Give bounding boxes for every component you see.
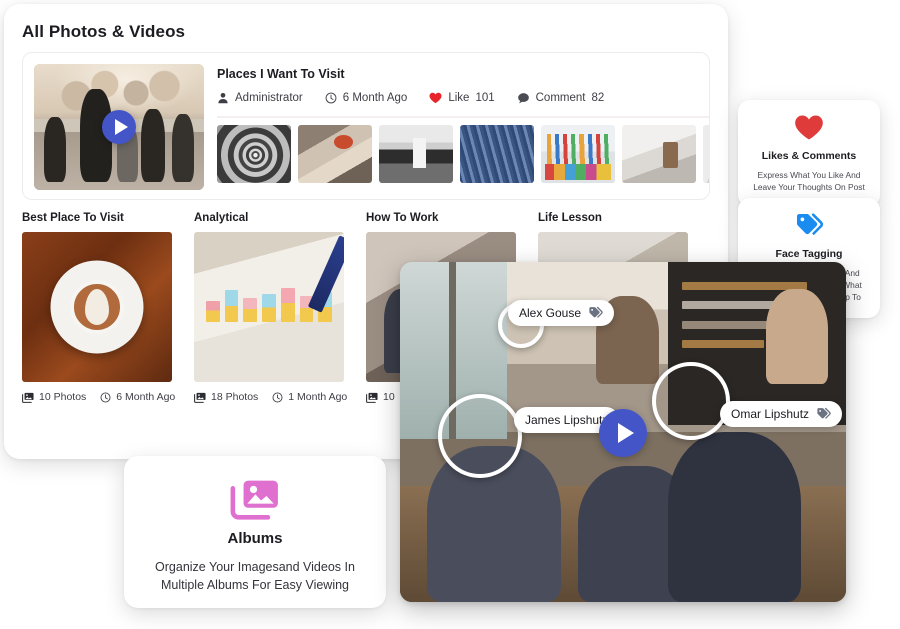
album-time: 1 Month Ago [288,391,348,403]
album-footer: 10 Photos 6 Month Ago [22,391,175,403]
heart-icon [429,92,442,104]
like-meta[interactable]: Like 101 [429,92,495,104]
scene-person [667,432,802,602]
album-time: 6 Month Ago [116,391,176,403]
photo-count: 10 Photos [39,391,87,403]
tag-icon [750,210,868,240]
time-text: 6 Month Ago [342,92,408,104]
face-tag-label[interactable]: Alex Gouse [508,300,615,326]
feature-card-likes: Likes & Comments Express What You Like A… [738,100,880,208]
tag-icon [817,407,831,419]
face-tag-label[interactable]: Omar Lipshutz [720,401,843,427]
face-tag-name: Omar Lipshutz [731,407,810,421]
face-tagging-video-panel[interactable]: Alex Gouse James Lipshutz Omar Lipshutz [400,262,846,602]
featured-album-card[interactable]: Places I Want To Visit Administrator 6 M… [22,52,710,200]
screen: All Photos & Videos Places I Want To Vis… [0,0,900,629]
album-cover[interactable] [194,232,344,382]
play-icon[interactable] [102,110,136,144]
face-highlight-ring [652,362,730,440]
feature-title: Face Tagging [775,248,843,260]
comment-count: 82 [591,92,605,104]
album-card[interactable]: Analytical 18 Photos 1 Month Ago [194,212,347,403]
featured-video-thumbnail[interactable] [34,64,204,190]
photo-count-meta: 10 [366,391,395,403]
person-icon [218,92,228,104]
featured-album-meta: Places I Want To Visit Administrator 6 M… [217,67,709,104]
feature-description: Express What You Like And Leave Your Tho… [753,170,865,193]
album-time-meta: 1 Month Ago [272,391,347,403]
like-count: 101 [475,92,495,104]
thumbnail-item[interactable] [379,125,453,183]
album-card[interactable]: Best Place To Visit 10 Photos 6 Month Ag… [22,212,175,403]
album-footer: 18 Photos 1 Month Ago [194,391,347,403]
time-meta: 6 Month Ago [325,92,408,104]
thumbnail-item[interactable] [541,125,615,183]
album-time-meta: 6 Month Ago [100,391,175,403]
hero-runner [171,114,194,183]
photos-icon [194,392,206,403]
featured-album-title: Places I Want To Visit [217,67,345,81]
face-highlight-ring [438,394,522,478]
scene-person [765,289,829,385]
photo-count: 10 [383,391,395,403]
heart-icon [750,112,868,142]
meta-divider [217,116,709,118]
image-stack-icon [144,478,366,520]
album-name: How To Work [366,212,439,224]
thumbnail-item[interactable] [298,125,372,183]
album-name: Life Lesson [538,212,602,224]
cover-shape [85,289,109,325]
album-name: Analytical [194,212,249,224]
photo-count-meta: 18 Photos [194,391,258,403]
featured-album-stats: Administrator 6 Month Ago Like 101 Comme… [217,92,709,104]
clock-icon [325,92,337,104]
albums-feature-title: Albums [227,530,283,547]
face-tag-name: James Lipshutz [525,413,609,427]
clock-icon [272,392,283,402]
album-name: Best Place To Visit [22,212,124,224]
feature-card-albums: Albums Organize Your Imagesand Videos In… [124,456,386,608]
photo-count: 18 Photos [211,391,259,403]
face-tag-name: Alex Gouse [519,306,582,320]
feature-title: Likes & Comments [761,150,857,162]
comment-label: Comment [535,92,586,104]
album-cover[interactable] [22,232,172,382]
tag-icon [589,306,603,318]
cover-shape [307,235,344,313]
author-meta: Administrator [217,92,303,104]
photos-icon [22,392,34,403]
clock-icon [100,392,111,402]
comment-meta[interactable]: Comment 82 [517,92,605,104]
hero-runner [44,116,67,183]
hero-runner [141,109,165,183]
thumbnail-item[interactable] [622,125,696,183]
albums-feature-description: Organize Your Imagesand Videos In Multip… [155,560,355,593]
photo-count-meta: 10 Photos [22,391,86,403]
like-label: Like [448,92,470,104]
play-icon[interactable] [599,409,647,457]
photos-icon [366,392,378,403]
comment-icon [517,93,529,104]
page-title: All Photos & Videos [22,22,186,41]
thumbnail-item[interactable] [460,125,534,183]
thumbnail-item[interactable] [217,125,291,183]
thumbnail-item[interactable] [703,125,709,183]
thumbnail-strip [217,125,709,183]
author-name: Administrator [235,92,303,104]
